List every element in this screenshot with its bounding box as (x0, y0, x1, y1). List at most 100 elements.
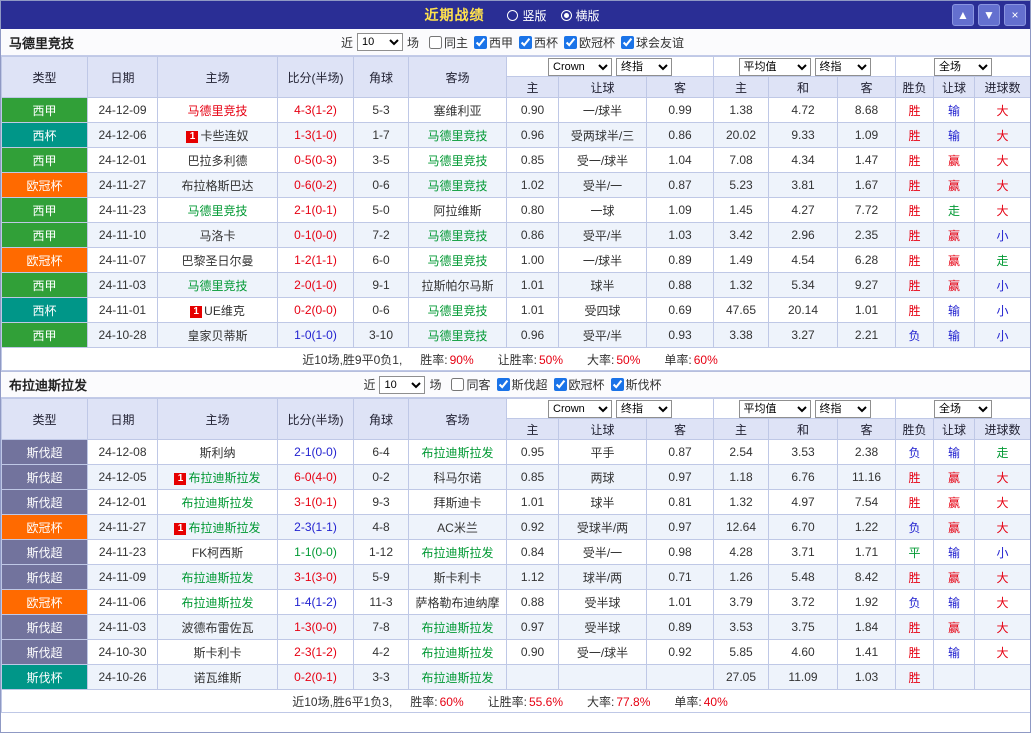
team-link[interactable]: 马德里竞技 (427, 129, 487, 143)
team-link[interactable]: 马德里竞技 (427, 304, 487, 318)
checkbox-input[interactable] (519, 36, 532, 49)
away-team-cell[interactable]: 马德里竞技 (409, 248, 507, 273)
filter-checkbox-同客[interactable]: 同客 (451, 376, 490, 393)
away-team-cell[interactable]: 马德里竞技 (409, 298, 507, 323)
match-count-select[interactable]: 10 (379, 376, 425, 394)
away-team-cell[interactable]: 布拉迪斯拉发 (409, 665, 507, 690)
euro-source-select[interactable]: 平均值 (739, 400, 811, 418)
team-link[interactable]: 科马尔诺 (433, 471, 481, 485)
scroll-up-button[interactable]: ▲ (952, 4, 974, 26)
team-link[interactable]: 布拉迪斯拉发 (188, 521, 260, 535)
away-team-cell[interactable]: 布拉迪斯拉发 (409, 440, 507, 465)
home-team-cell[interactable]: 马德里竞技 (158, 198, 278, 223)
team-link[interactable]: 马德里竞技 (427, 254, 487, 268)
euro-stage-select[interactable]: 终指 (815, 400, 871, 418)
handicap-stage-select[interactable]: 终指 (616, 400, 672, 418)
checkbox-input[interactable] (611, 378, 624, 391)
home-team-cell[interactable]: 布拉迪斯拉发 (158, 565, 278, 590)
away-team-cell[interactable]: 马德里竞技 (409, 173, 507, 198)
away-team-cell[interactable]: 马德里竞技 (409, 123, 507, 148)
team-link[interactable]: 诺瓦维斯 (193, 671, 241, 685)
home-team-cell[interactable]: 1布拉迪斯拉发 (158, 465, 278, 490)
home-team-cell[interactable]: 布拉格斯巴达 (158, 173, 278, 198)
away-team-cell[interactable]: 马德里竞技 (409, 323, 507, 348)
home-team-cell[interactable]: 波德布雷佐瓦 (158, 615, 278, 640)
team-link[interactable]: 拉斯帕尔马斯 (421, 279, 493, 293)
team-link[interactable]: 布拉迪斯拉发 (421, 446, 493, 460)
team-link[interactable]: 布拉迪斯拉发 (421, 671, 493, 685)
team-link[interactable]: 布拉迪斯拉发 (188, 471, 260, 485)
filter-checkbox-同主[interactable]: 同主 (429, 34, 468, 51)
team-link[interactable]: 马德里竞技 (427, 179, 487, 193)
team-link[interactable]: 马德里竞技 (427, 229, 487, 243)
checkbox-input[interactable] (497, 378, 510, 391)
radio-vertical-layout[interactable]: 竖版 (507, 7, 546, 24)
home-team-cell[interactable]: FK柯西斯 (158, 540, 278, 565)
team-link[interactable]: AC米兰 (437, 521, 478, 535)
team-link[interactable]: 布拉迪斯拉发 (181, 571, 253, 585)
scroll-down-button[interactable]: ▼ (978, 4, 1000, 26)
checkbox-input[interactable] (621, 36, 634, 49)
scope-select[interactable]: 全场 (934, 58, 992, 76)
checkbox-input[interactable] (451, 378, 464, 391)
away-team-cell[interactable]: 拉斯帕尔马斯 (409, 273, 507, 298)
home-team-cell[interactable]: 布拉迪斯拉发 (158, 490, 278, 515)
away-team-cell[interactable]: 拜斯迪卡 (409, 490, 507, 515)
home-team-cell[interactable]: 巴拉多利德 (158, 148, 278, 173)
team-link[interactable]: FK柯西斯 (192, 546, 243, 560)
checkbox-input[interactable] (564, 36, 577, 49)
team-link[interactable]: 斯利纳 (199, 446, 235, 460)
home-team-cell[interactable]: 斯卡利卡 (158, 640, 278, 665)
filter-checkbox-西甲[interactable]: 西甲 (474, 34, 513, 51)
radio-horizontal-layout[interactable]: 横版 (561, 7, 600, 24)
close-button[interactable]: × (1004, 4, 1026, 26)
home-team-cell[interactable]: 斯利纳 (158, 440, 278, 465)
filter-checkbox-斯伐超[interactable]: 斯伐超 (497, 376, 548, 393)
away-team-cell[interactable]: 塞维利亚 (409, 98, 507, 123)
checkbox-input[interactable] (429, 36, 442, 49)
match-count-select[interactable]: 10 (357, 33, 403, 51)
team-link[interactable]: 拜斯迪卡 (433, 496, 481, 510)
team-link[interactable]: 布拉迪斯拉发 (181, 496, 253, 510)
team-link[interactable]: 塞维利亚 (433, 104, 481, 118)
home-team-cell[interactable]: 诺瓦维斯 (158, 665, 278, 690)
team-link[interactable]: 马德里竞技 (187, 104, 247, 118)
team-link[interactable]: 巴拉多利德 (187, 154, 247, 168)
team-link[interactable]: 阿拉维斯 (433, 204, 481, 218)
team-link[interactable]: 布拉格斯巴达 (181, 179, 253, 193)
team-link[interactable]: 卡些连奴 (200, 129, 248, 143)
team-link[interactable]: 布拉迪斯拉发 (421, 621, 493, 635)
team-link[interactable]: 马德里竞技 (427, 154, 487, 168)
away-team-cell[interactable]: AC米兰 (409, 515, 507, 540)
home-team-cell[interactable]: 皇家贝蒂斯 (158, 323, 278, 348)
away-team-cell[interactable]: 萨格勒布迪纳摩 (409, 590, 507, 615)
away-team-cell[interactable]: 科马尔诺 (409, 465, 507, 490)
home-team-cell[interactable]: 马德里竞技 (158, 98, 278, 123)
filter-checkbox-欧冠杯[interactable]: 欧冠杯 (564, 34, 615, 51)
checkbox-input[interactable] (554, 378, 567, 391)
away-team-cell[interactable]: 布拉迪斯拉发 (409, 640, 507, 665)
team-link[interactable]: 巴黎圣日尔曼 (181, 254, 253, 268)
away-team-cell[interactable]: 布拉迪斯拉发 (409, 540, 507, 565)
euro-stage-select[interactable]: 终指 (815, 58, 871, 76)
away-team-cell[interactable]: 斯卡利卡 (409, 565, 507, 590)
away-team-cell[interactable]: 马德里竞技 (409, 223, 507, 248)
home-team-cell[interactable]: 1卡些连奴 (158, 123, 278, 148)
away-team-cell[interactable]: 阿拉维斯 (409, 198, 507, 223)
away-team-cell[interactable]: 布拉迪斯拉发 (409, 615, 507, 640)
filter-checkbox-欧冠杯[interactable]: 欧冠杯 (554, 376, 605, 393)
scope-select[interactable]: 全场 (934, 400, 992, 418)
bookmaker-select[interactable]: Crown (548, 400, 612, 418)
home-team-cell[interactable]: 1UE维克 (158, 298, 278, 323)
team-link[interactable]: 布拉迪斯拉发 (421, 646, 493, 660)
team-link[interactable]: 斯卡利卡 (433, 571, 481, 585)
team-link[interactable]: 斯卡利卡 (193, 646, 241, 660)
home-team-cell[interactable]: 马洛卡 (158, 223, 278, 248)
team-link[interactable]: 马德里竞技 (187, 204, 247, 218)
team-link[interactable]: 波德布雷佐瓦 (181, 621, 253, 635)
team-link[interactable]: 马德里竞技 (187, 279, 247, 293)
filter-checkbox-球会友谊[interactable]: 球会友谊 (621, 34, 684, 51)
team-link[interactable]: 布拉迪斯拉发 (421, 546, 493, 560)
away-team-cell[interactable]: 马德里竞技 (409, 148, 507, 173)
checkbox-input[interactable] (474, 36, 487, 49)
